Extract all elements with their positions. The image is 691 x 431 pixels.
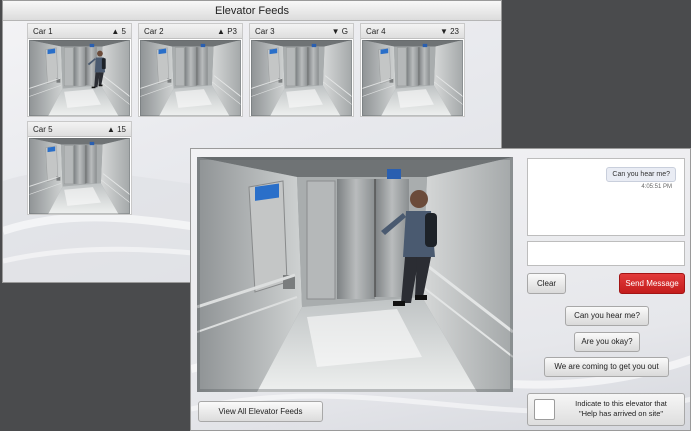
direction-down-icon: ▼	[331, 27, 340, 36]
floor-label: 15	[117, 125, 126, 134]
direction-up-icon: ▲	[111, 27, 120, 36]
quick-reply-are-you-okay[interactable]: Are you okay?	[574, 332, 640, 352]
feed-tile-car-2[interactable]: Car 2 ▲ P3	[138, 23, 243, 117]
help-arrived-toggle[interactable]: Indicate to this elevator that "Help has…	[527, 393, 685, 426]
car-name: Car 2	[144, 27, 164, 36]
car-floor-indicator: ▲ P3	[217, 24, 237, 39]
elevator-live-video	[197, 157, 513, 392]
elevator-detail-window: View All Elevator Feeds Can you hear me?…	[190, 148, 691, 431]
direction-up-icon: ▲	[106, 125, 115, 134]
quick-reply-coming-to-get-you[interactable]: We are coming to get you out	[544, 357, 669, 377]
car-floor-indicator: ▲ 15	[107, 122, 126, 137]
car-name: Car 5	[33, 125, 53, 134]
direction-down-icon: ▼	[439, 27, 448, 36]
elevator-camera-thumbnail	[29, 138, 130, 214]
feed-header: Car 2 ▲ P3	[139, 24, 242, 39]
floor-label: 5	[121, 27, 126, 36]
car-name: Car 3	[255, 27, 275, 36]
feed-tile-car-3[interactable]: Car 3 ▼ G	[249, 23, 354, 117]
floor-label: P3	[227, 27, 237, 36]
elevator-camera-thumbnail	[251, 40, 352, 116]
feed-header: Car 4 ▼ 23	[361, 24, 464, 39]
car-name: Car 4	[366, 27, 386, 36]
elevator-camera-thumbnail	[29, 40, 130, 116]
car-name: Car 1	[33, 27, 53, 36]
help-arrived-checkbox[interactable]	[534, 399, 555, 420]
message-input[interactable]	[527, 241, 685, 266]
car-floor-indicator: ▼ G	[332, 24, 348, 39]
elevator-camera-thumbnail	[140, 40, 241, 116]
clear-button[interactable]: Clear	[527, 273, 566, 294]
help-arrived-label-line1: Indicate to this elevator that	[575, 399, 667, 408]
feeds-window-title: Elevator Feeds	[3, 1, 501, 21]
feed-header: Car 1 ▲ 5	[28, 24, 131, 39]
car-floor-indicator: ▼ 23	[440, 24, 459, 39]
elevator-camera-thumbnail	[362, 40, 463, 116]
floor-label: 23	[450, 27, 459, 36]
help-arrived-label: Indicate to this elevator that "Help has…	[558, 399, 684, 419]
car-floor-indicator: ▲ 5	[111, 24, 126, 39]
quick-reply-can-you-hear-me[interactable]: Can you hear me?	[565, 306, 649, 326]
chat-history[interactable]: Can you hear me? 4:05:51 PM	[527, 158, 685, 236]
direction-up-icon: ▲	[217, 27, 225, 36]
help-arrived-label-line2: "Help has arrived on site"	[578, 409, 664, 418]
feed-tile-car-1[interactable]: Car 1 ▲ 5	[27, 23, 132, 117]
chat-message: Can you hear me?	[606, 167, 676, 182]
chat-message-time: 4:05:51 PM	[641, 184, 672, 190]
view-all-feeds-button[interactable]: View All Elevator Feeds	[198, 401, 323, 422]
feed-tile-car-5[interactable]: Car 5 ▲ 15	[27, 121, 132, 215]
floor-label: G	[341, 27, 348, 36]
feed-header: Car 5 ▲ 15	[28, 122, 131, 137]
feed-header: Car 3 ▼ G	[250, 24, 353, 39]
send-message-button[interactable]: Send Message	[619, 273, 685, 294]
feed-tile-car-4[interactable]: Car 4 ▼ 23	[360, 23, 465, 117]
